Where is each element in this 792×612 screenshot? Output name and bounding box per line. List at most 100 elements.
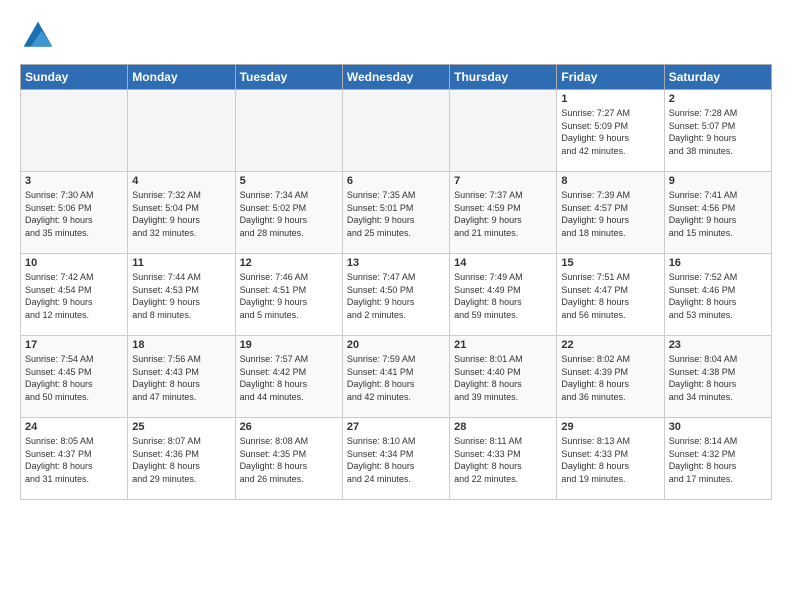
day-number: 26 xyxy=(240,421,338,433)
day-number: 28 xyxy=(454,421,552,433)
logo xyxy=(20,18,60,54)
calendar-cell: 16 Sunrise: 7:52 AM Sunset: 4:46 PM Dayli… xyxy=(664,254,771,336)
weekday-header-thursday: Thursday xyxy=(450,65,557,90)
day-info: Sunrise: 8:14 AM Sunset: 4:32 PM Dayligh… xyxy=(669,435,767,485)
day-info: Sunrise: 7:30 AM Sunset: 5:06 PM Dayligh… xyxy=(25,189,123,239)
calendar-cell: 19 Sunrise: 7:57 AM Sunset: 4:42 PM Dayli… xyxy=(235,336,342,418)
calendar-cell: 2 Sunrise: 7:28 AM Sunset: 5:07 PM Daylig… xyxy=(664,90,771,172)
day-number: 13 xyxy=(347,257,445,269)
week-row-1: 1Sunrise: 7:27 AM Sunset: 5:09 PM Daylig… xyxy=(21,90,772,172)
weekday-header-row: SundayMondayTuesdayWednesdayThursdayFrid… xyxy=(21,65,772,90)
day-number: 7 xyxy=(454,175,552,187)
calendar-cell: 13 Sunrise: 7:47 AM Sunset: 4:50 PM Dayli… xyxy=(342,254,449,336)
calendar-cell: 15 Sunrise: 7:51 AM Sunset: 4:47 PM Dayli… xyxy=(557,254,664,336)
page: SundayMondayTuesdayWednesdayThursdayFrid… xyxy=(0,0,792,612)
day-info: Sunrise: 8:07 AM Sunset: 4:36 PM Dayligh… xyxy=(132,435,230,485)
calendar-cell: 3 Sunrise: 7:30 AM Sunset: 5:06 PM Daylig… xyxy=(21,172,128,254)
day-number: 11 xyxy=(132,257,230,269)
logo-icon xyxy=(20,18,56,54)
calendar-cell: 14 Sunrise: 7:49 AM Sunset: 4:49 PM Dayli… xyxy=(450,254,557,336)
day-info: Sunrise: 7:54 AM Sunset: 4:45 PM Dayligh… xyxy=(25,353,123,403)
day-number: 27 xyxy=(347,421,445,433)
calendar-cell: 28 Sunrise: 8:11 AM Sunset: 4:33 PM Dayli… xyxy=(450,418,557,500)
week-row-3: 10Sunrise: 7:42 AM Sunset: 4:54 PM Dayli… xyxy=(21,254,772,336)
day-number: 19 xyxy=(240,339,338,351)
calendar-cell: 21 Sunrise: 8:01 AM Sunset: 4:40 PM Dayli… xyxy=(450,336,557,418)
day-info: Sunrise: 7:57 AM Sunset: 4:42 PM Dayligh… xyxy=(240,353,338,403)
calendar-cell: 6 Sunrise: 7:35 AM Sunset: 5:01 PM Daylig… xyxy=(342,172,449,254)
weekday-header-wednesday: Wednesday xyxy=(342,65,449,90)
calendar-cell: 4Sunrise: 7:32 AM Sunset: 5:04 PM Daylig… xyxy=(128,172,235,254)
calendar-cell: 9Sunrise: 7:41 AM Sunset: 4:56 PM Daylig… xyxy=(664,172,771,254)
day-number: 10 xyxy=(25,257,123,269)
day-number: 21 xyxy=(454,339,552,351)
day-info: Sunrise: 7:34 AM Sunset: 5:02 PM Dayligh… xyxy=(240,189,338,239)
day-number: 15 xyxy=(561,257,659,269)
calendar-cell: 11Sunrise: 7:44 AM Sunset: 4:53 PM Dayli… xyxy=(128,254,235,336)
day-number: 24 xyxy=(25,421,123,433)
day-info: Sunrise: 7:27 AM Sunset: 5:09 PM Dayligh… xyxy=(561,107,659,157)
day-info: Sunrise: 7:52 AM Sunset: 4:46 PM Dayligh… xyxy=(669,271,767,321)
calendar-cell: 22 Sunrise: 8:02 AM Sunset: 4:39 PM Dayli… xyxy=(557,336,664,418)
day-number: 17 xyxy=(25,339,123,351)
calendar-cell xyxy=(21,90,128,172)
day-info: Sunrise: 7:59 AM Sunset: 4:41 PM Dayligh… xyxy=(347,353,445,403)
day-number: 30 xyxy=(669,421,767,433)
calendar-cell: 29 Sunrise: 8:13 AM Sunset: 4:33 PM Dayli… xyxy=(557,418,664,500)
day-info: Sunrise: 7:56 AM Sunset: 4:43 PM Dayligh… xyxy=(132,353,230,403)
day-number: 16 xyxy=(669,257,767,269)
day-number: 3 xyxy=(25,175,123,187)
day-number: 8 xyxy=(561,175,659,187)
calendar-cell: 26 Sunrise: 8:08 AM Sunset: 4:35 PM Dayli… xyxy=(235,418,342,500)
day-info: Sunrise: 8:02 AM Sunset: 4:39 PM Dayligh… xyxy=(561,353,659,403)
calendar-cell xyxy=(128,90,235,172)
calendar-cell: 20 Sunrise: 7:59 AM Sunset: 4:41 PM Dayli… xyxy=(342,336,449,418)
day-number: 12 xyxy=(240,257,338,269)
calendar: SundayMondayTuesdayWednesdayThursdayFrid… xyxy=(20,64,772,500)
calendar-cell: 1Sunrise: 7:27 AM Sunset: 5:09 PM Daylig… xyxy=(557,90,664,172)
day-number: 14 xyxy=(454,257,552,269)
calendar-cell xyxy=(450,90,557,172)
day-info: Sunrise: 8:13 AM Sunset: 4:33 PM Dayligh… xyxy=(561,435,659,485)
week-row-4: 17 Sunrise: 7:54 AM Sunset: 4:45 PM Dayli… xyxy=(21,336,772,418)
calendar-cell: 23 Sunrise: 8:04 AM Sunset: 4:38 PM Dayli… xyxy=(664,336,771,418)
day-info: Sunrise: 7:49 AM Sunset: 4:49 PM Dayligh… xyxy=(454,271,552,321)
day-number: 23 xyxy=(669,339,767,351)
weekday-header-friday: Friday xyxy=(557,65,664,90)
weekday-header-saturday: Saturday xyxy=(664,65,771,90)
day-number: 9 xyxy=(669,175,767,187)
day-number: 5 xyxy=(240,175,338,187)
day-info: Sunrise: 7:51 AM Sunset: 4:47 PM Dayligh… xyxy=(561,271,659,321)
calendar-cell xyxy=(342,90,449,172)
day-number: 25 xyxy=(132,421,230,433)
day-info: Sunrise: 8:11 AM Sunset: 4:33 PM Dayligh… xyxy=(454,435,552,485)
day-info: Sunrise: 7:37 AM Sunset: 4:59 PM Dayligh… xyxy=(454,189,552,239)
calendar-cell: 18Sunrise: 7:56 AM Sunset: 4:43 PM Dayli… xyxy=(128,336,235,418)
calendar-cell: 8 Sunrise: 7:39 AM Sunset: 4:57 PM Daylig… xyxy=(557,172,664,254)
calendar-cell: 7 Sunrise: 7:37 AM Sunset: 4:59 PM Daylig… xyxy=(450,172,557,254)
day-info: Sunrise: 8:04 AM Sunset: 4:38 PM Dayligh… xyxy=(669,353,767,403)
weekday-header-tuesday: Tuesday xyxy=(235,65,342,90)
day-info: Sunrise: 7:46 AM Sunset: 4:51 PM Dayligh… xyxy=(240,271,338,321)
calendar-cell: 12 Sunrise: 7:46 AM Sunset: 4:51 PM Dayli… xyxy=(235,254,342,336)
weekday-header-monday: Monday xyxy=(128,65,235,90)
calendar-cell: 27Sunrise: 8:10 AM Sunset: 4:34 PM Dayli… xyxy=(342,418,449,500)
day-info: Sunrise: 7:35 AM Sunset: 5:01 PM Dayligh… xyxy=(347,189,445,239)
day-number: 2 xyxy=(669,93,767,105)
day-number: 4 xyxy=(132,175,230,187)
day-number: 6 xyxy=(347,175,445,187)
day-number: 29 xyxy=(561,421,659,433)
week-row-2: 3 Sunrise: 7:30 AM Sunset: 5:06 PM Daylig… xyxy=(21,172,772,254)
day-info: Sunrise: 8:01 AM Sunset: 4:40 PM Dayligh… xyxy=(454,353,552,403)
day-info: Sunrise: 7:39 AM Sunset: 4:57 PM Dayligh… xyxy=(561,189,659,239)
day-info: Sunrise: 7:47 AM Sunset: 4:50 PM Dayligh… xyxy=(347,271,445,321)
day-info: Sunrise: 8:08 AM Sunset: 4:35 PM Dayligh… xyxy=(240,435,338,485)
header xyxy=(20,18,772,54)
day-number: 20 xyxy=(347,339,445,351)
calendar-cell: 5 Sunrise: 7:34 AM Sunset: 5:02 PM Daylig… xyxy=(235,172,342,254)
day-number: 22 xyxy=(561,339,659,351)
week-row-5: 24Sunrise: 8:05 AM Sunset: 4:37 PM Dayli… xyxy=(21,418,772,500)
day-info: Sunrise: 7:28 AM Sunset: 5:07 PM Dayligh… xyxy=(669,107,767,157)
calendar-cell: 24Sunrise: 8:05 AM Sunset: 4:37 PM Dayli… xyxy=(21,418,128,500)
calendar-cell: 25 Sunrise: 8:07 AM Sunset: 4:36 PM Dayli… xyxy=(128,418,235,500)
